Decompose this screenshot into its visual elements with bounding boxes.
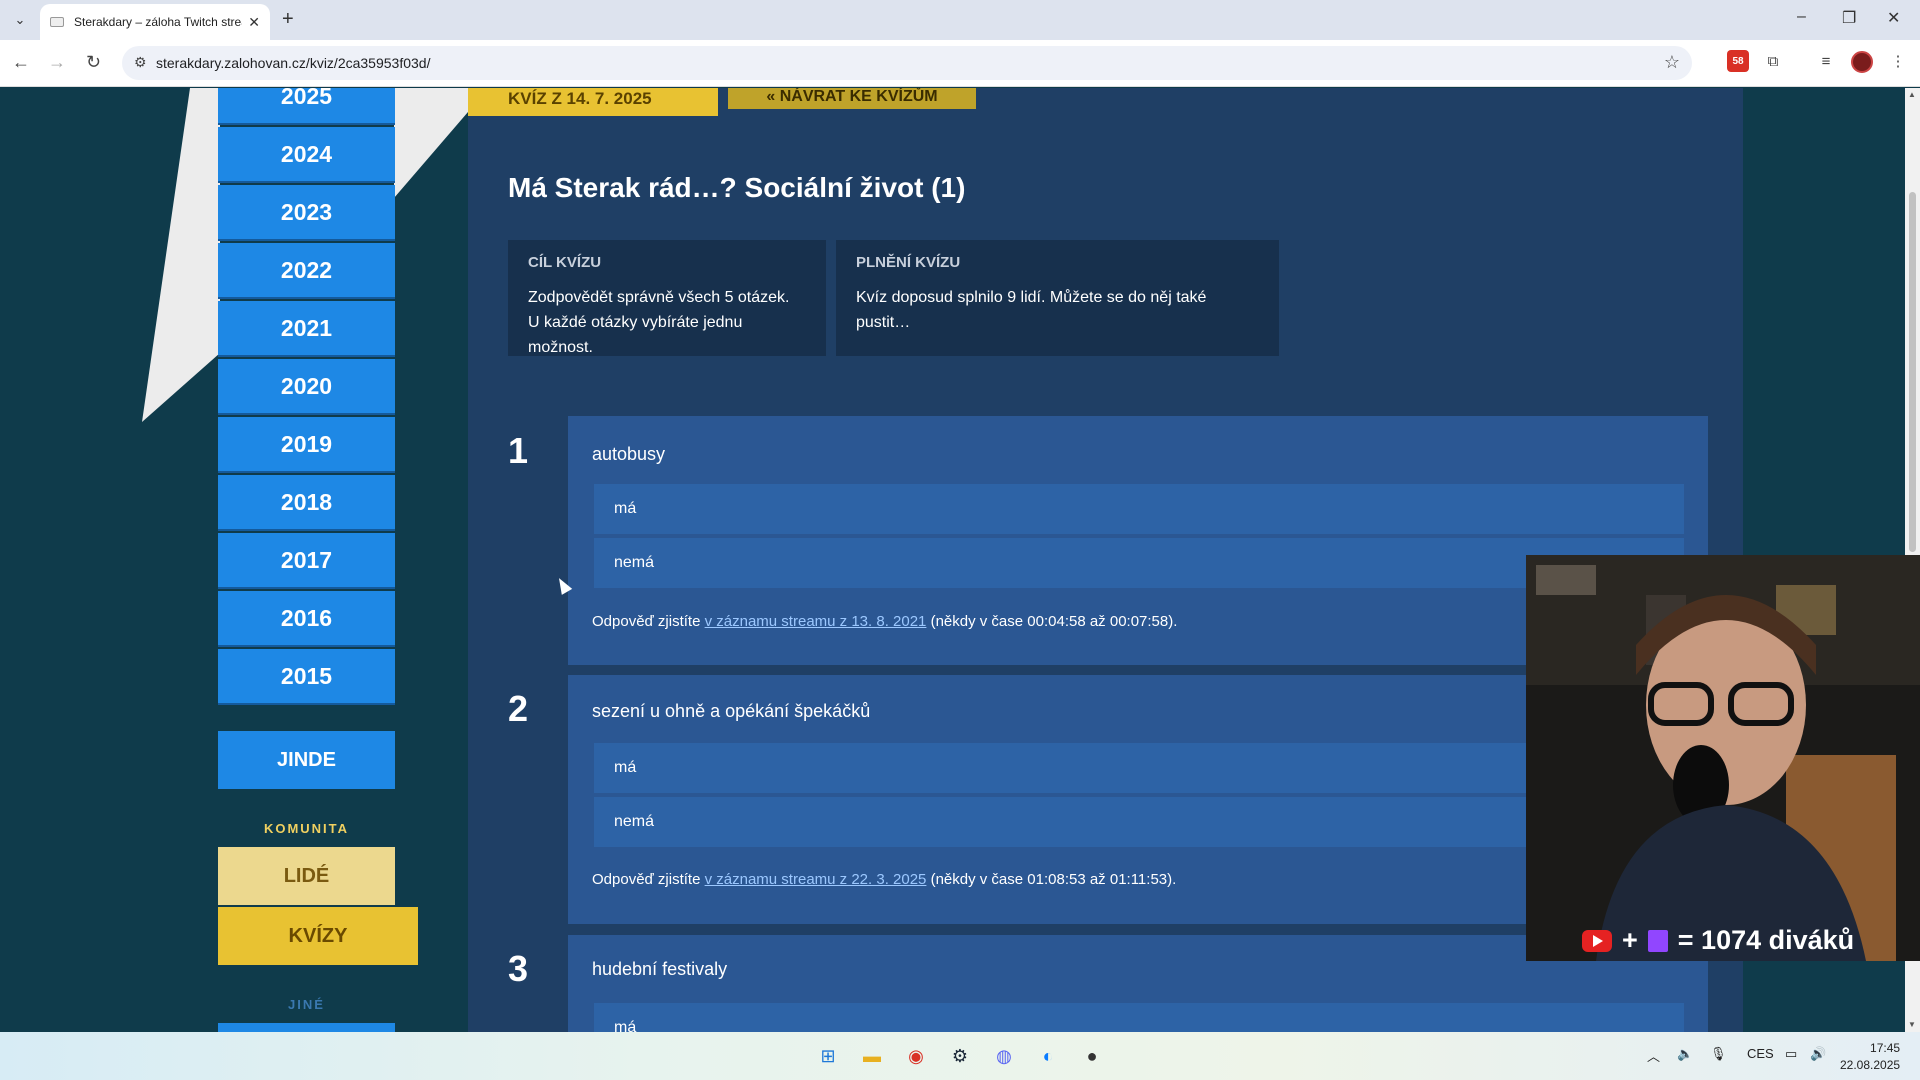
completion-text: Kvíz doposud splnilo 9 lidí. Můžete se d… <box>856 289 1207 331</box>
completion-heading: PLNĚNÍ KVÍZU <box>856 254 961 271</box>
new-tab-icon[interactable]: + <box>282 8 294 31</box>
nav-year-2017[interactable]: 2017 <box>218 533 395 589</box>
language-indicator[interactable]: CES <box>1747 1046 1774 1061</box>
close-tab-icon[interactable]: ✕ <box>248 14 260 31</box>
tray-overflow-icon[interactable]: ︿ <box>1647 1046 1660 1065</box>
question-number: 1 <box>508 430 529 471</box>
app-icon[interactable]: ● <box>1078 1042 1106 1070</box>
nav-year-2019[interactable]: 2019 <box>218 417 395 473</box>
nav-lide[interactable]: LIDÉ <box>218 847 395 905</box>
extension-badge: 58 <box>1732 55 1744 67</box>
tab-search-icon[interactable]: ⌄ <box>8 8 32 32</box>
quiz-date-tab: KVÍZ Z 14. 7. 2025 <box>468 88 718 116</box>
hint-prefix: Odpověď zjistíte <box>592 613 705 630</box>
browser-toolbar: ← → ↻ ⚙ sterakdary.zalohovan.cz/kviz/2ca… <box>0 40 1920 87</box>
clock-time: 17:45 <box>1870 1041 1901 1055</box>
menu-kebab-icon[interactable]: ⋮ <box>1887 50 1909 72</box>
nav-year-2020[interactable]: 2020 <box>218 359 395 415</box>
file-explorer-icon[interactable]: ▬ <box>858 1042 886 1070</box>
page-title: Má Sterak rád…? Sociální život (1) <box>508 172 966 203</box>
tab-title: Sterakdary – záloha Twitch strea <box>74 15 243 29</box>
scroll-down-icon[interactable]: ▼ <box>1908 1020 1916 1029</box>
nav-year-2015[interactable]: 2015 <box>218 649 395 705</box>
completion-card: PLNĚNÍ KVÍZU Kvíz doposud splnilo 9 lidí… <box>836 240 1279 356</box>
answer-hint: Odpověď zjistíte v záznamu streamu z 13.… <box>592 613 1177 630</box>
profile-avatar[interactable] <box>1851 51 1873 73</box>
tab-active[interactable]: Sterakdary – záloha Twitch strea ✕ <box>40 4 270 40</box>
taskbar: ⊞ ▬ ◉ ⚙ ◍ ◐ ● ︿ 🔈 🎙 CES ▭ 🔊 17:45 22.08.… <box>0 1032 1920 1080</box>
hint-time: (někdy v čase 01:08:53 až 01:11:53). <box>926 871 1177 888</box>
goal-heading: CÍL KVÍZU <box>528 254 602 271</box>
nav-year-2016[interactable]: 2016 <box>218 591 395 647</box>
address-bar[interactable]: ⚙ sterakdary.zalohovan.cz/kviz/2ca35953f… <box>122 46 1692 80</box>
clock[interactable]: 17:45 22.08.2025 <box>1840 1040 1900 1074</box>
streamer-video <box>1526 555 1920 961</box>
nav-year-2025[interactable]: 2025 <box>218 88 395 125</box>
viewer-count: + = 1074 diváků <box>1582 925 1854 956</box>
extensions-puzzle-icon[interactable]: ⧉ <box>1762 50 1784 72</box>
nav-year-2018[interactable]: 2018 <box>218 475 395 531</box>
stream-link[interactable]: v záznamu streamu z 13. 8. 2021 <box>705 613 927 630</box>
answer-option[interactable]: má <box>594 484 1684 534</box>
question-text: autobusy <box>592 444 666 464</box>
chrome-icon[interactable]: ◉ <box>902 1042 930 1070</box>
question-number: 3 <box>508 948 529 989</box>
nav-year-2021[interactable]: 2021 <box>218 301 395 357</box>
goal-line-2: U každé otázky vybíráte jednu možnost. <box>528 314 743 356</box>
url-text[interactable]: sterakdary.zalohovan.cz/kviz/2ca35953f03… <box>156 55 430 71</box>
webcam-overlay: + = 1074 diváků <box>1526 555 1920 961</box>
nav-year-2023[interactable]: 2023 <box>218 185 395 241</box>
minimize-icon[interactable]: – <box>1797 8 1806 26</box>
nav-kvizy[interactable]: KVÍZY <box>218 907 418 965</box>
nav-year-2024[interactable]: 2024 <box>218 127 395 183</box>
question-text: sezení u ohně a opékání špekáčků <box>592 701 871 721</box>
forward-icon[interactable]: → <box>48 52 66 73</box>
section-komunita: KOMUNITA <box>263 821 350 836</box>
back-to-quizzes-button[interactable]: « NÁVRAT KE KVÍZŮM <box>728 88 976 109</box>
answer-option[interactable]: nemá <box>594 538 1684 588</box>
answer-option[interactable]: nemá <box>594 797 1684 847</box>
viewer-count-text: = 1074 diváků <box>1677 925 1855 955</box>
decorative-shape-right <box>394 88 468 198</box>
tab-bar: ⌄ Sterakdary – záloha Twitch strea ✕ + –… <box>0 0 1920 40</box>
favicon-icon <box>50 17 64 27</box>
nav-item-partial[interactable] <box>218 1023 395 1032</box>
reload-icon[interactable]: ↻ <box>86 52 101 73</box>
nav-year-2022[interactable]: 2022 <box>218 243 395 299</box>
nav-jinde[interactable]: JINDE <box>218 731 395 789</box>
goal-line-1: Zodpovědět správně všech 5 otázek. <box>528 289 790 306</box>
youtube-icon <box>1582 929 1612 952</box>
discord-icon[interactable]: ◍ <box>990 1042 1018 1070</box>
close-window-icon[interactable]: ✕ <box>1887 8 1900 28</box>
network-icon[interactable]: ▭ <box>1785 1046 1797 1062</box>
section-jine: JINÉ <box>288 997 325 1012</box>
decorative-shape-left <box>142 88 220 422</box>
goal-card: CÍL KVÍZU Zodpovědět správně všech 5 otá… <box>508 240 826 356</box>
bookmark-star-icon[interactable]: ☆ <box>1664 52 1680 73</box>
microphone-icon[interactable]: 🎙 <box>1710 1046 1727 1062</box>
volume-icon[interactable]: 🔈 <box>1677 1046 1693 1062</box>
steam-icon[interactable]: ⚙ <box>946 1042 974 1070</box>
scroll-up-icon[interactable]: ▲ <box>1908 90 1916 99</box>
question-number: 2 <box>508 688 529 729</box>
clock-date: 22.08.2025 <box>1840 1058 1901 1072</box>
media-control-icon[interactable]: ≡ <box>1815 50 1837 72</box>
hint-time: (někdy v čase 00:04:58 až 00:07:58). <box>926 613 1178 630</box>
stream-link[interactable]: v záznamu streamu z 22. 3. 2025 <box>705 871 927 888</box>
twitch-icon <box>1647 929 1668 952</box>
restore-icon[interactable]: ❐ <box>1842 8 1856 28</box>
back-icon[interactable]: ← <box>12 52 30 73</box>
site-info-icon[interactable]: ⚙ <box>134 54 147 71</box>
hint-prefix: Odpověď zjistíte <box>592 871 705 888</box>
answer-hint: Odpověď zjistíte v záznamu streamu z 22.… <box>592 871 1176 888</box>
messenger-icon[interactable]: ◐ <box>1034 1042 1062 1070</box>
scrollbar-thumb[interactable] <box>1909 192 1916 552</box>
answer-option[interactable]: má <box>594 743 1684 793</box>
start-icon[interactable]: ⊞ <box>814 1042 842 1070</box>
plus-sign: + <box>1622 925 1638 955</box>
extension-calendar-icon[interactable]: 58 <box>1727 50 1749 72</box>
answer-option[interactable]: má <box>594 1003 1684 1032</box>
speaker-icon[interactable]: 🔊 <box>1810 1046 1826 1062</box>
question-text: hudební festivaly <box>592 959 728 979</box>
